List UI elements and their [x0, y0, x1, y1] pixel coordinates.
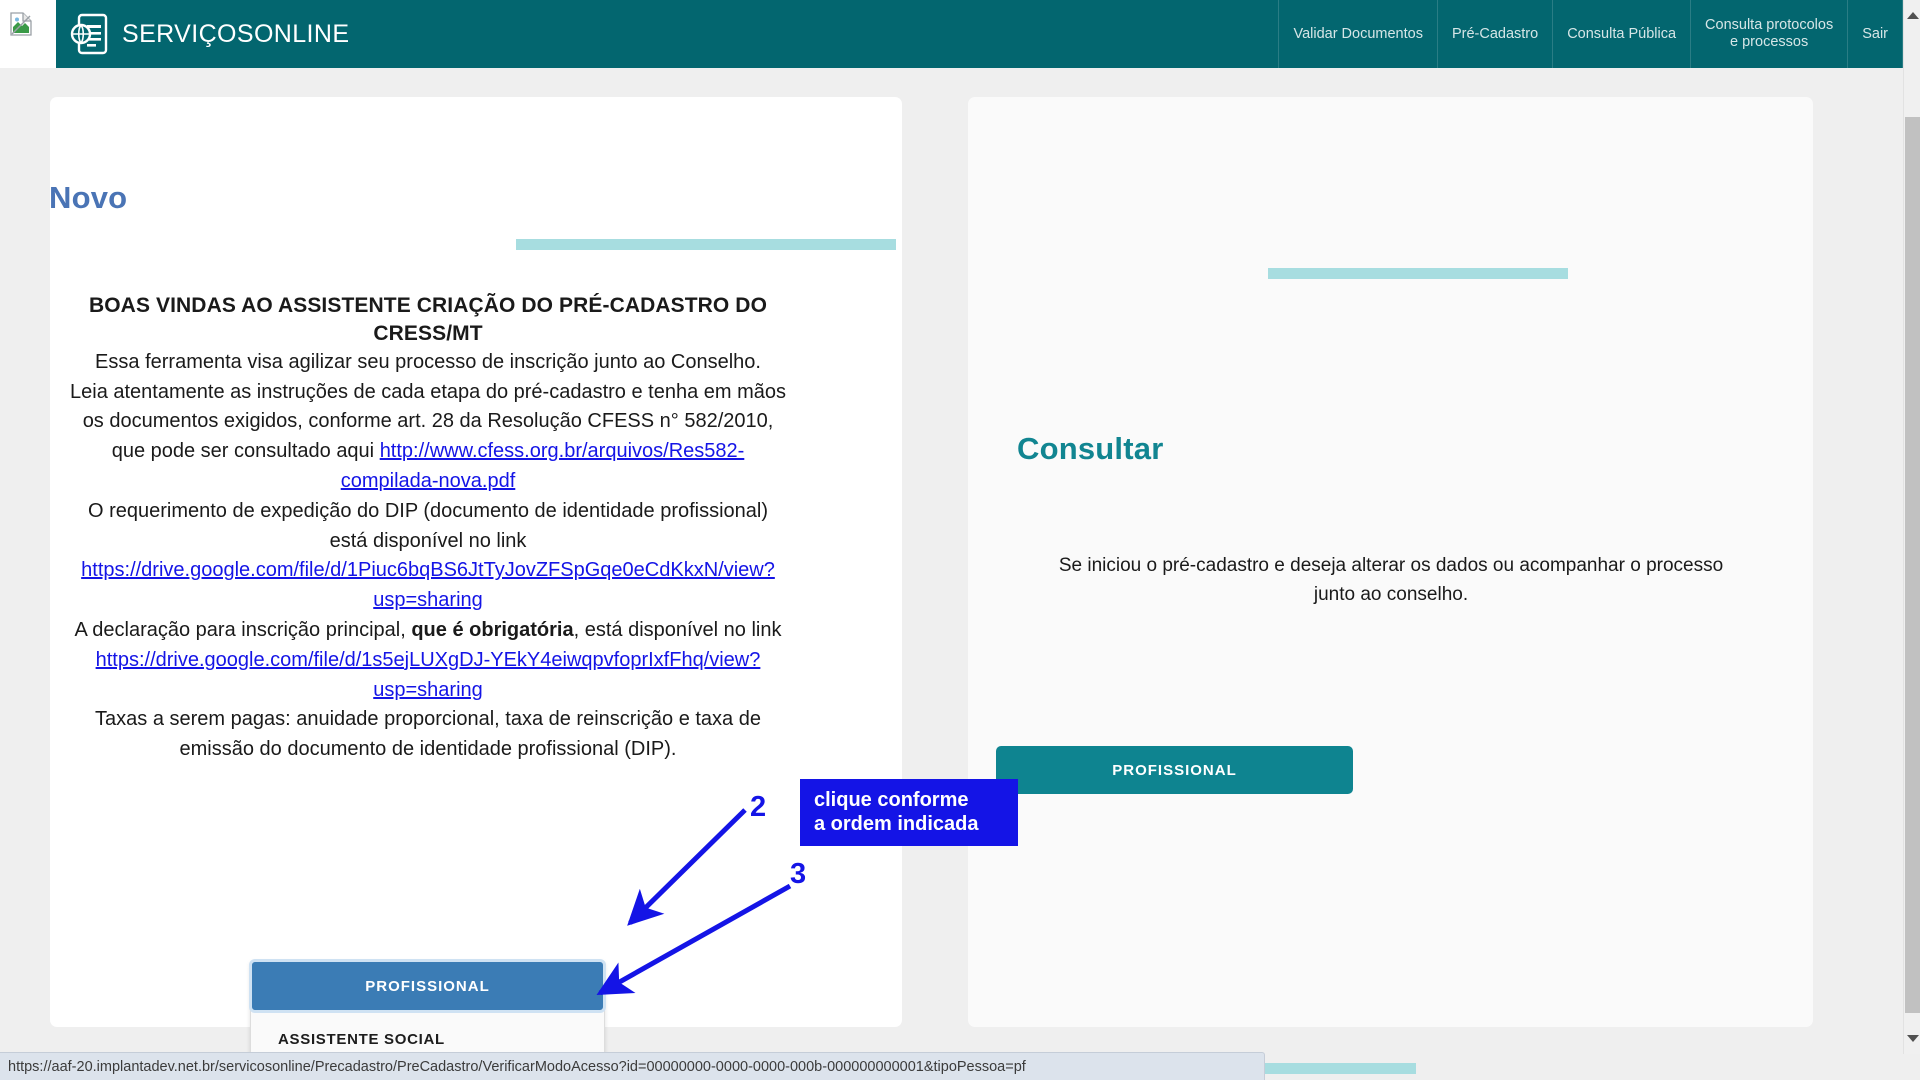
intro-p4-bold: que é obrigatória — [411, 619, 574, 642]
nav-item-consulta-publica[interactable]: Consulta Pública — [1552, 0, 1690, 68]
nav-item-pre-cadastro[interactable]: Pré-Cadastro — [1436, 0, 1552, 68]
accent-bar-top-left — [516, 239, 896, 250]
card-consultar: Consultar Se iniciou o pré-cadastro e de… — [968, 97, 1813, 1074]
annotation-number-2: 2 — [750, 791, 767, 823]
intro-p4-text-a: A declaração para inscrição principal, — [74, 619, 412, 642]
annotation-callout: clique conforme a ordem indicada — [800, 779, 1018, 846]
scroll-down-arrow-icon[interactable] — [1907, 1035, 1919, 1042]
main-nav: Validar Documentos Pré-Cadastro Consulta… — [1278, 0, 1903, 68]
scroll-up-arrow-icon[interactable] — [1907, 12, 1919, 19]
scrollbar-thumb[interactable] — [1905, 117, 1920, 1013]
intro-block: BOAS VINDAS AO ASSISTENTE CRIAÇÃO DO PRÉ… — [70, 292, 786, 765]
link-cfess-res582[interactable]: http://www.cfess.org.br/arquivos/Res582-… — [341, 440, 745, 492]
intro-paragraph-1: Essa ferramenta visa agilizar seu proces… — [95, 350, 761, 373]
page-title-novo: Novo — [49, 180, 128, 215]
status-bar: https://aaf-20.implantadev.net.br/servic… — [0, 1052, 1265, 1080]
annotation-number-3: 3 — [790, 858, 807, 890]
consultar-profissional-button[interactable]: PROFISSIONAL — [996, 746, 1353, 794]
site-header: SERVIÇOSONLINE Validar Documentos Pré-Ca… — [56, 0, 1903, 68]
document-globe-icon — [70, 13, 108, 55]
broken-image-icon — [10, 12, 32, 36]
link-drive-dip[interactable]: https://drive.google.com/file/d/1Piuc6bq… — [81, 559, 775, 611]
brand-name: SERVIÇOSONLINE — [122, 19, 350, 48]
nav-item-sair[interactable]: Sair — [1847, 0, 1903, 68]
brand[interactable]: SERVIÇOSONLINE — [56, 0, 349, 68]
intro-p4-text-b: , está disponível no link — [573, 619, 782, 642]
intro-paragraph-5: Taxas a serem pagas: anuidade proporcion… — [95, 708, 761, 761]
nav-item-consulta-protocolos[interactable]: Consulta protocolos e processos — [1690, 0, 1847, 68]
profissional-dropdown-toggle[interactable]: PROFISSIONAL — [249, 959, 606, 1013]
intro-paragraph-2: Leia atentamente as instruções de cada e… — [70, 378, 786, 497]
consultar-paragraph: Se iniciou o pré-cadastro e deseja alter… — [1058, 555, 1724, 605]
intro-paragraph-3: O requerimento de expedição do DIP (docu… — [70, 497, 786, 616]
page-title-consultar: Consultar — [1017, 431, 1164, 466]
content-area: Novo BOAS VINDAS AO ASSISTENTE CRIAÇÃO D… — [0, 68, 1903, 1074]
intro-p3-text: O requerimento de expedição do DIP (docu… — [87, 499, 769, 552]
intro-heading: BOAS VINDAS AO ASSISTENTE CRIAÇÃO DO PRÉ… — [88, 294, 768, 345]
vertical-scrollbar[interactable] — [1903, 0, 1920, 1054]
page-left-gutter — [0, 0, 56, 68]
accent-bar-top-right — [1268, 268, 1568, 279]
intro-paragraph-4: A declaração para inscrição principal, q… — [70, 616, 786, 705]
link-drive-declaracao[interactable]: https://drive.google.com/file/d/1s5ejLUX… — [96, 649, 761, 701]
nav-item-validar-documentos[interactable]: Validar Documentos — [1278, 0, 1437, 68]
